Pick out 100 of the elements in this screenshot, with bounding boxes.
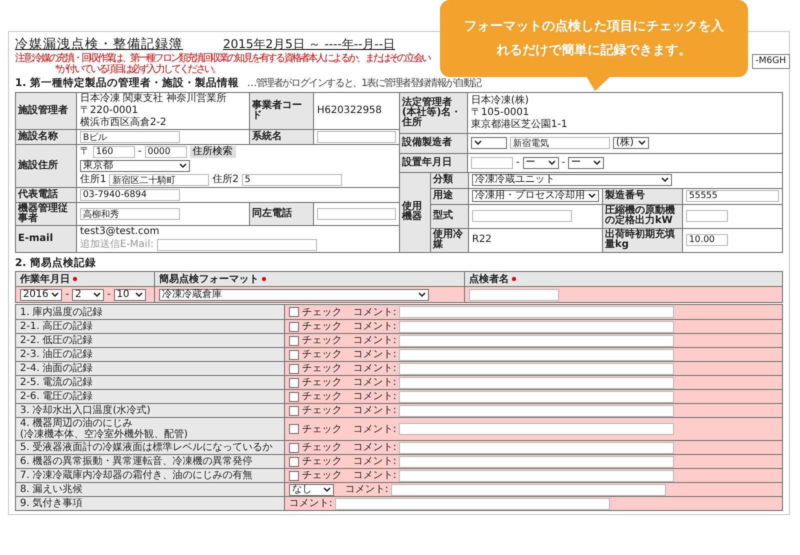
item-label: 2-5. 電流の記録 — [20, 377, 93, 388]
comment-field[interactable] — [399, 456, 674, 468]
checkbox[interactable] — [289, 336, 299, 346]
dropdown[interactable]: 10 — [114, 288, 146, 300]
input-field[interactable] — [317, 131, 396, 143]
comment-field[interactable] — [391, 484, 666, 496]
comment-label: コメント: — [353, 442, 396, 453]
caret-icon — [93, 292, 102, 298]
comment-field[interactable] — [399, 470, 674, 482]
dropdown[interactable]: 冷凍冷蔵倉庫 — [159, 288, 429, 300]
input-field[interactable] — [156, 239, 317, 251]
comment-field[interactable] — [399, 362, 674, 374]
date-range: 2015年2月5日 ～ ----年--月--日 — [223, 36, 396, 52]
field-label: 設置年月日 — [400, 154, 467, 172]
input-field[interactable] — [472, 210, 572, 222]
comment-field[interactable] — [399, 390, 674, 402]
comment-field[interactable] — [399, 423, 674, 435]
input-field[interactable] — [317, 208, 396, 220]
check-label: チェック — [302, 424, 342, 434]
code-field: -M6GH — [752, 54, 790, 69]
cell-text: 日本冷凍(株) — [471, 96, 529, 106]
field-label: 法定管理者(本社等)名・住所 — [400, 93, 467, 134]
comment-label: コメント: — [353, 377, 396, 388]
cell-text: H620322958 — [317, 106, 382, 116]
dropdown[interactable] — [471, 137, 507, 150]
caret-icon — [588, 193, 596, 200]
check-label: チェック — [302, 470, 342, 481]
address-search-button[interactable]: 住所検索 — [190, 146, 236, 158]
checkbox[interactable] — [289, 406, 299, 416]
group-label: 使用機器 — [400, 172, 430, 252]
field-label: 追加送信E-Mail: — [80, 240, 154, 250]
checkbox[interactable] — [289, 392, 299, 402]
field-label: 施設管理者 — [16, 93, 76, 129]
comment-field[interactable] — [399, 320, 674, 332]
comment-field[interactable] — [399, 306, 674, 318]
field-label: 系統名 — [249, 130, 313, 144]
item-label: 8. 漏えい兆候 — [20, 484, 83, 495]
note-text: …管理者がログインすると、1表に管理者登録情報が自動記 — [246, 76, 481, 90]
input-field[interactable]: 160 — [93, 146, 135, 158]
cell-text: - — [516, 158, 520, 168]
checkbox[interactable] — [289, 350, 299, 360]
dropdown[interactable]: 冷凍冷蔵ユニット — [472, 174, 672, 186]
dropdown[interactable]: ー — [568, 156, 604, 169]
comment-field[interactable] — [335, 498, 610, 510]
dropdown[interactable]: 2 — [72, 288, 104, 300]
cell-text: 〒220-0001 — [80, 106, 138, 116]
section-heading: 2. 簡易点検記録 — [15, 256, 96, 270]
checkbox[interactable] — [289, 456, 299, 466]
column-header: 作業年月日 — [20, 274, 70, 284]
comment-field[interactable] — [399, 334, 674, 346]
checkbox[interactable] — [289, 364, 299, 374]
dropdown[interactable]: 2016 — [20, 288, 62, 300]
checkbox[interactable] — [289, 322, 299, 332]
input-field[interactable]: 10.00 — [686, 234, 728, 246]
checkbox[interactable] — [289, 307, 299, 317]
input-field[interactable]: 0000 — [144, 146, 187, 158]
input-field[interactable]: 03-7940-6894 — [80, 189, 180, 201]
item-label: 9. 気付き事項 — [20, 498, 83, 509]
comment-field[interactable] — [399, 348, 674, 360]
input-field[interactable]: Bビル — [80, 131, 180, 143]
item-label: 6. 機器の異常振動・異常運転音、冷凍機の異常発停 — [20, 456, 253, 467]
cell-text: 住所2 — [212, 175, 239, 185]
comment-field[interactable] — [399, 442, 674, 454]
check-label: チェック — [302, 335, 342, 346]
checkbox[interactable] — [289, 424, 299, 434]
input-field[interactable]: 55555 — [686, 190, 779, 202]
comment-field[interactable] — [399, 404, 674, 416]
comment-label: コメント: — [353, 405, 396, 416]
cell-text: - — [138, 147, 142, 157]
dropdown[interactable]: 冷凍用・プロセス冷却用 — [472, 190, 599, 202]
caret-icon — [51, 292, 60, 298]
inspector-field[interactable] — [469, 288, 559, 300]
checkbox[interactable] — [289, 470, 299, 480]
input-field[interactable]: 新宿電気 — [510, 137, 610, 150]
checkbox[interactable] — [289, 378, 299, 388]
dropdown[interactable]: なし — [289, 484, 334, 496]
section-heading: 1. 第一種特定製品の管理者・施設・製品情報 — [15, 76, 239, 90]
field-label: 設備製造者 — [400, 134, 467, 152]
column-header: 点検者名 — [469, 274, 509, 284]
comment-field[interactable] — [399, 376, 674, 388]
check-label: チェック — [302, 349, 342, 360]
input-field[interactable]: 5 — [242, 174, 342, 186]
field-label: 型式 — [431, 204, 468, 228]
dropdown[interactable]: 東京都 — [80, 160, 190, 172]
input-field[interactable]: 高柳和秀 — [80, 208, 180, 220]
dropdown[interactable]: (株) — [613, 137, 649, 150]
checkbox[interactable] — [289, 442, 299, 452]
caret-icon — [418, 292, 426, 298]
caret-icon — [134, 292, 143, 298]
dropdown[interactable]: ー — [522, 156, 559, 169]
warning-text: *が付いている項目は必ず入力してください。 — [55, 64, 220, 75]
comment-label: コメント: — [353, 470, 396, 481]
item-label: 1. 庫内温度の記録 — [20, 306, 103, 318]
comment-label: コメント: — [353, 335, 396, 346]
field-label: 圧縮機の原動機の定格出力kW — [602, 204, 682, 228]
input-field[interactable] — [471, 156, 513, 169]
input-field[interactable] — [686, 210, 728, 222]
check-label: チェック — [302, 363, 342, 374]
input-field[interactable]: 新宿区二十騎町 — [109, 174, 210, 186]
check-label: チェック — [302, 391, 342, 402]
